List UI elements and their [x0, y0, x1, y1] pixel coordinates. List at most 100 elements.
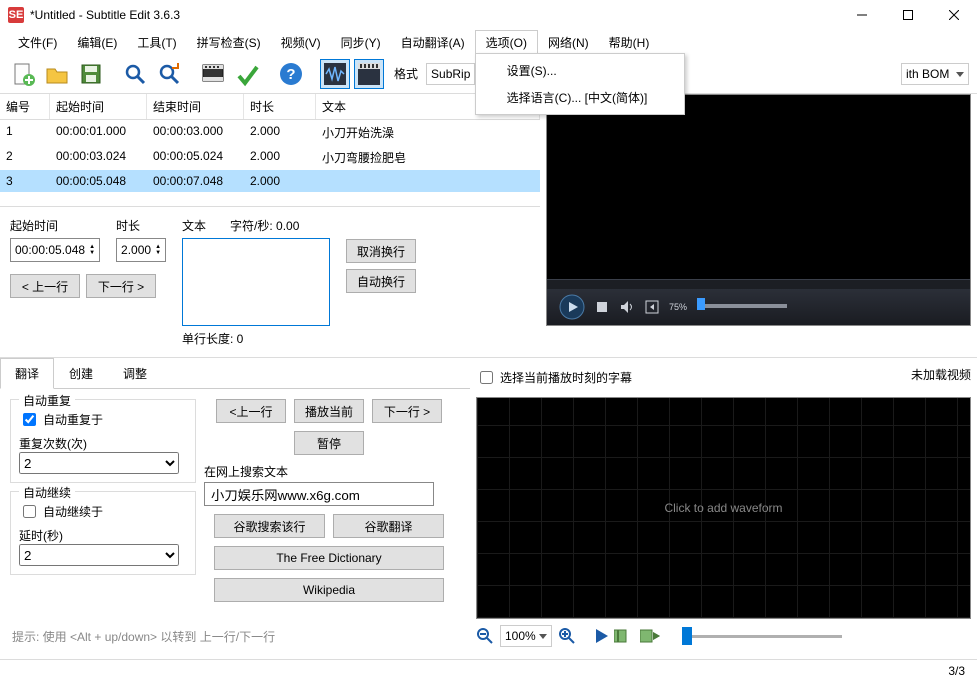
subtitle-table-header: 编号 起始时间 结束时间 时长 文本	[0, 94, 540, 120]
autorepeat-group-label: 自动重复	[19, 392, 75, 409]
delay-select[interactable]: 2	[19, 544, 179, 566]
video-player[interactable]: 75%	[546, 94, 971, 326]
cell-num: 1	[0, 120, 50, 145]
fullscreen-icon[interactable]	[645, 300, 659, 314]
table-row[interactable]: 2 00:00:03.024 00:00:05.024 2.000 小刀弯腰捡肥…	[0, 145, 540, 170]
autocontinue-on-label: 自动继续于	[43, 503, 103, 520]
waveform-placeholder: Click to add waveform	[664, 501, 782, 515]
save-file-icon[interactable]	[76, 59, 106, 89]
replace-icon[interactable]	[154, 59, 184, 89]
help-icon[interactable]: ?	[276, 59, 306, 89]
menu-options-label: 选项(O)	[486, 36, 527, 50]
encoding-value: ith BOM	[906, 67, 949, 81]
no-video-label: 未加载视频	[911, 366, 971, 393]
menu-spellcheck[interactable]: 拼写检查(S)	[187, 31, 271, 54]
select-at-play-checkbox[interactable]	[480, 371, 493, 384]
cell-dur: 2.000	[244, 120, 316, 145]
th-duration[interactable]: 时长	[244, 94, 316, 119]
table-row[interactable]: 1 00:00:01.000 00:00:03.000 2.000 小刀开始洗澡	[0, 120, 540, 145]
wave-play-icon[interactable]	[596, 629, 608, 643]
video-progress-bar[interactable]	[547, 279, 970, 289]
line-length-label: 单行长度: 0	[182, 330, 330, 347]
format-combo[interactable]: SubRip	[426, 63, 475, 85]
play-button[interactable]	[559, 294, 585, 320]
cell-end: 00:00:03.000	[147, 120, 244, 145]
cell-text: 小刀开始洗澡	[316, 120, 540, 145]
google-search-button[interactable]: 谷歌搜索该行	[214, 514, 325, 538]
autocontinue-checkbox[interactable]	[23, 505, 36, 518]
cell-dur: 2.000	[244, 145, 316, 170]
menu-options[interactable]: 选项(O) 设置(S)... 选择语言(C)... [中文(简体)]	[475, 30, 538, 55]
encoding-combo[interactable]: ith BOM	[901, 63, 969, 85]
prev-line-button[interactable]: < 上一行	[10, 274, 80, 298]
video-toggle-icon[interactable]	[354, 59, 384, 89]
waveform-panel[interactable]: Click to add waveform	[476, 397, 971, 619]
play-current-button[interactable]: 播放当前	[294, 399, 364, 423]
repeat-count-label: 重复次数(次)	[19, 435, 187, 452]
wikipedia-button[interactable]: Wikipedia	[214, 578, 444, 602]
tab-create[interactable]: 创建	[54, 358, 108, 389]
tab-adjust[interactable]: 调整	[108, 358, 162, 389]
zoom-combo[interactable]: 100%	[500, 625, 552, 647]
wave-position-icon[interactable]	[614, 628, 634, 644]
svg-text:?: ?	[286, 66, 295, 83]
visual-sync-icon[interactable]	[198, 59, 228, 89]
subtitle-table-body[interactable]: 1 00:00:01.000 00:00:03.000 2.000 小刀开始洗澡…	[0, 120, 540, 206]
google-translate-button[interactable]: 谷歌翻译	[333, 514, 444, 538]
open-file-icon[interactable]	[42, 59, 72, 89]
unbreak-button[interactable]: 取消换行	[346, 239, 416, 263]
start-time-label: 起始时间	[10, 217, 100, 234]
translate-prev-button[interactable]: <上一行	[216, 399, 286, 423]
repeat-count-select[interactable]: 2	[19, 452, 179, 474]
find-icon[interactable]	[120, 59, 150, 89]
th-number[interactable]: 编号	[0, 94, 50, 119]
status-line-count: 3/3	[948, 664, 965, 678]
autorepeat-on-label: 自动重复于	[43, 411, 103, 428]
minimize-button[interactable]	[839, 0, 885, 30]
autobreak-button[interactable]: 自动换行	[346, 269, 416, 293]
format-value: SubRip	[431, 67, 470, 81]
waveform-position-slider[interactable]	[682, 635, 842, 638]
tab-translate[interactable]: 翻译	[0, 358, 54, 389]
start-time-value: 00:00:05.048	[15, 243, 85, 257]
new-file-icon[interactable]	[8, 59, 38, 89]
duration-input[interactable]: 2.000▲▼	[116, 238, 166, 262]
volume-icon[interactable]	[619, 299, 635, 315]
th-start[interactable]: 起始时间	[50, 94, 147, 119]
volume-slider[interactable]	[697, 304, 787, 308]
menu-autotranslate[interactable]: 自动翻译(A)	[391, 31, 475, 54]
spellcheck-icon[interactable]	[232, 59, 262, 89]
wave-next-icon[interactable]	[640, 628, 660, 644]
menu-networking[interactable]: 网络(N)	[538, 31, 599, 54]
autorepeat-checkbox[interactable]	[23, 413, 36, 426]
menu-edit[interactable]: 编辑(E)	[67, 31, 127, 54]
cell-text	[316, 170, 540, 192]
delay-label: 延时(秒)	[19, 527, 187, 544]
menu-help[interactable]: 帮助(H)	[599, 31, 660, 54]
next-line-button[interactable]: 下一行 >	[86, 274, 156, 298]
menu-file[interactable]: 文件(F)	[8, 31, 67, 54]
translate-next-button[interactable]: 下一行 >	[372, 399, 442, 423]
free-dictionary-button[interactable]: The Free Dictionary	[214, 546, 444, 570]
pause-button[interactable]: 暂停	[294, 431, 364, 455]
close-button[interactable]	[931, 0, 977, 30]
cell-start: 00:00:03.024	[50, 145, 147, 170]
menu-video[interactable]: 视频(V)	[271, 31, 331, 54]
zoom-out-icon[interactable]	[476, 627, 494, 645]
menu-tools[interactable]: 工具(T)	[127, 31, 186, 54]
table-row[interactable]: 3 00:00:05.048 00:00:07.048 2.000	[0, 170, 540, 192]
options-language[interactable]: 选择语言(C)... [中文(简体)]	[479, 84, 681, 111]
start-time-input[interactable]: 00:00:05.048▲▼	[10, 238, 100, 262]
stop-button[interactable]	[595, 300, 609, 314]
cell-dur: 2.000	[244, 170, 316, 192]
waveform-toggle-icon[interactable]	[320, 59, 350, 89]
cell-text: 小刀弯腰捡肥皂	[316, 145, 540, 170]
zoom-value: 100%	[505, 629, 536, 643]
subtitle-text-input[interactable]	[182, 238, 330, 326]
maximize-button[interactable]	[885, 0, 931, 30]
options-settings[interactable]: 设置(S)...	[479, 57, 681, 84]
menu-sync[interactable]: 同步(Y)	[331, 31, 391, 54]
th-end[interactable]: 结束时间	[147, 94, 244, 119]
zoom-in-icon[interactable]	[558, 627, 576, 645]
search-text-input[interactable]	[204, 482, 434, 506]
